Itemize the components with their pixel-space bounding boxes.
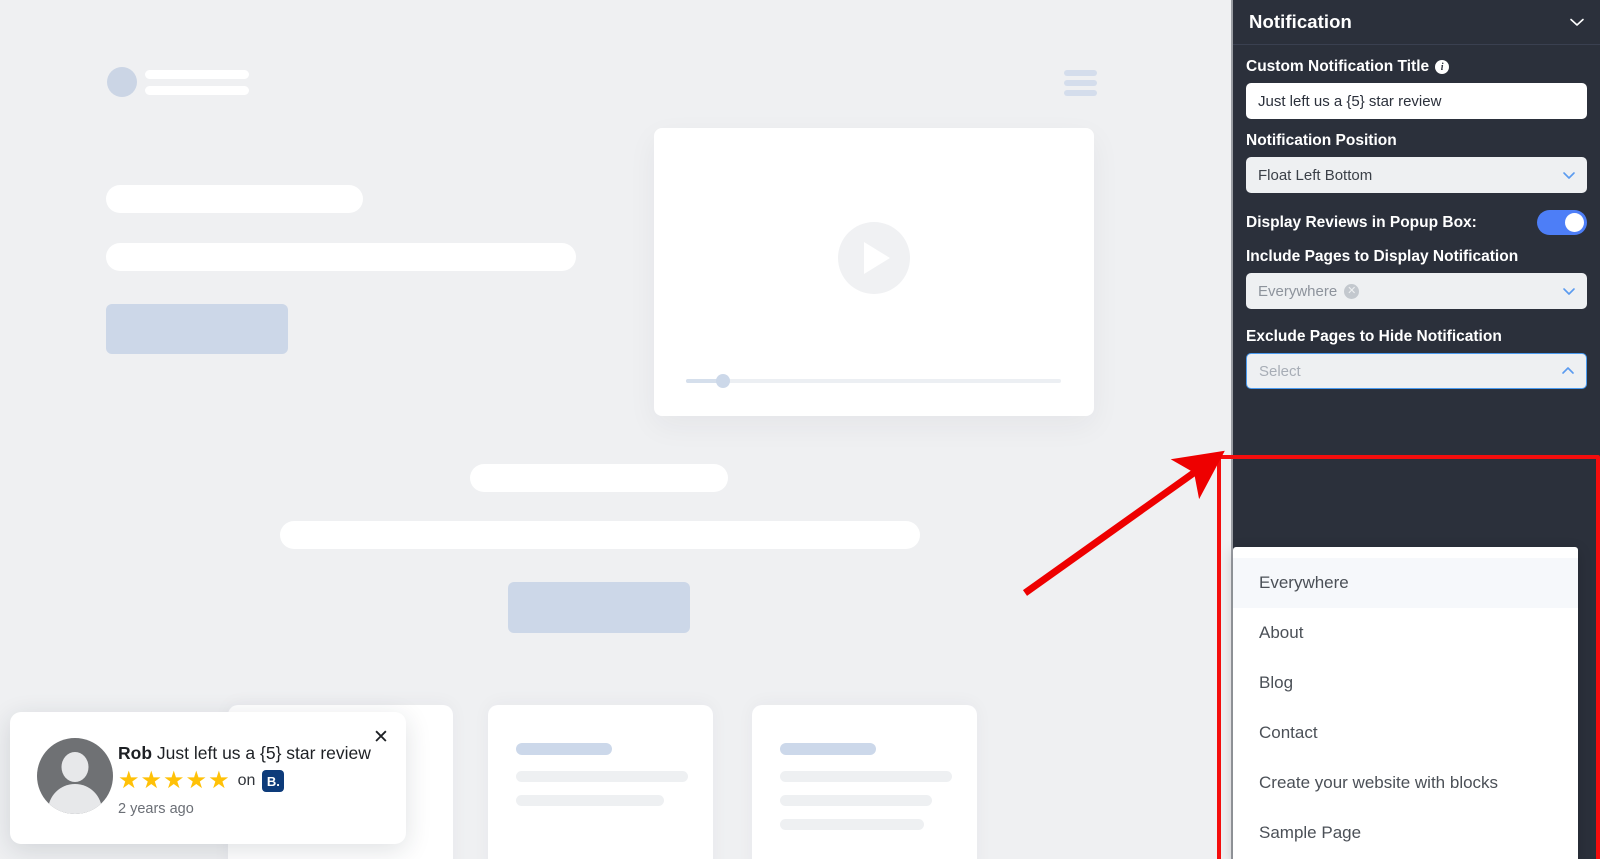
site-tagline-placeholder <box>145 86 249 95</box>
sidebar-body: Custom Notification Title i Notification… <box>1217 58 1600 859</box>
hero-heading-placeholder <box>106 185 363 213</box>
dropdown-option-contact[interactable]: Contact <box>1233 708 1578 758</box>
exclude-pages-label: Exclude Pages to Hide Notification <box>1246 328 1587 346</box>
select-placeholder: Select <box>1259 362 1301 380</box>
review-popup-body: Rob Just left us a {5} star review ★★★★★… <box>118 742 392 817</box>
hamburger-bar <box>1064 70 1097 76</box>
custom-notification-title-input[interactable] <box>1246 83 1587 119</box>
dropdown-option-list: Everywhere About Blog Contact Create you… <box>1233 547 1578 858</box>
section-heading-placeholder <box>470 464 728 492</box>
video-progress-track[interactable] <box>686 374 1061 388</box>
section-text-placeholder <box>280 521 920 549</box>
exclude-pages-select[interactable]: Select <box>1246 353 1587 389</box>
video-player-placeholder[interactable] <box>654 128 1094 416</box>
website-preview: Rob Just left us a {5} star review ★★★★★… <box>0 0 1233 859</box>
review-message: Just left us a {5} star review <box>156 743 371 763</box>
review-on-label: on <box>237 772 256 789</box>
notification-settings-sidebar: Notification Custom Notification Title i… <box>1217 0 1600 859</box>
section-cta-button-placeholder[interactable] <box>508 582 690 633</box>
chevron-down-icon <box>1561 167 1577 183</box>
review-rating-row: ★★★★★ on B. <box>118 767 392 795</box>
display-reviews-popup-toggle[interactable] <box>1537 210 1587 235</box>
dropdown-option-about[interactable]: About <box>1233 608 1578 658</box>
display-reviews-popup-row: Display Reviews in Popup Box: <box>1246 210 1587 235</box>
close-icon[interactable]: ✕ <box>370 726 392 748</box>
hero-subheading-placeholder <box>106 243 576 271</box>
dropdown-pointer <box>1251 547 1269 548</box>
card-accent-bar <box>780 743 876 755</box>
play-triangle <box>864 241 890 274</box>
label-text: Exclude Pages to Hide Notification <box>1246 328 1502 345</box>
star-rating-icon: ★★★★★ <box>118 767 231 794</box>
content-card <box>488 705 713 859</box>
chevron-down-icon[interactable] <box>1568 13 1586 31</box>
display-reviews-popup-label: Display Reviews in Popup Box: <box>1246 214 1477 232</box>
label-text: Custom Notification Title <box>1246 58 1430 75</box>
selected-value: Float Left Bottom <box>1258 166 1373 184</box>
remove-chip-icon[interactable]: ✕ <box>1344 283 1360 299</box>
hamburger-bar <box>1064 90 1097 96</box>
sidebar-header[interactable]: Notification <box>1233 0 1600 45</box>
card-text-line <box>780 771 952 782</box>
review-headline: Rob Just left us a {5} star review <box>118 742 392 764</box>
label-text: Notification Position <box>1246 132 1397 149</box>
booking-platform-badge-icon: B. <box>262 770 285 792</box>
play-button-icon[interactable] <box>838 221 910 294</box>
reviewer-avatar <box>37 738 113 814</box>
info-icon[interactable]: i <box>1435 60 1450 74</box>
dropdown-option-blog[interactable]: Blog <box>1233 658 1578 708</box>
site-logo-avatar <box>107 67 137 97</box>
hero-cta-button-placeholder[interactable] <box>106 304 288 354</box>
screenshot-root: Rob Just left us a {5} star review ★★★★★… <box>0 0 1600 859</box>
chevron-down-icon <box>1561 283 1577 299</box>
label-text: Display Reviews in Popup Box: <box>1246 213 1477 231</box>
video-progress-knob[interactable] <box>716 374 730 388</box>
exclude-pages-dropdown[interactable]: Everywhere About Blog Contact Create you… <box>1233 547 1578 859</box>
page-title: Notification <box>1249 11 1352 32</box>
avatar-body <box>48 784 102 814</box>
include-pages-select[interactable]: Everywhere ✕ <box>1246 273 1587 309</box>
include-pages-label: Include Pages to Display Notification <box>1246 248 1587 266</box>
custom-notification-title-label: Custom Notification Title i <box>1246 58 1587 76</box>
label-text: Include Pages to Display Notification <box>1246 248 1519 265</box>
dropdown-option-sample-page[interactable]: Sample Page <box>1233 808 1578 858</box>
dropdown-option-create-your-website-with-blocks[interactable]: Create your website with blocks <box>1233 758 1578 808</box>
notification-position-select[interactable]: Float Left Bottom <box>1246 157 1587 193</box>
review-timestamp: 2 years ago <box>118 801 194 817</box>
chevron-up-icon <box>1560 363 1576 379</box>
card-accent-bar <box>516 743 612 755</box>
card-text-line <box>516 795 664 806</box>
card-text-line <box>780 819 924 830</box>
reviewer-name: Rob <box>118 743 153 763</box>
chip-label: Everywhere <box>1258 282 1338 300</box>
include-pages-chip: Everywhere ✕ <box>1258 282 1360 300</box>
card-text-line <box>780 795 932 806</box>
notification-position-label: Notification Position <box>1246 132 1587 150</box>
avatar-head <box>61 752 89 782</box>
site-title-placeholder <box>145 70 249 79</box>
hamburger-bar <box>1064 80 1097 86</box>
card-text-line <box>516 771 688 782</box>
hamburger-menu-icon[interactable] <box>1064 70 1097 96</box>
content-card <box>752 705 977 859</box>
toggle-knob <box>1565 213 1584 232</box>
review-notification-popup[interactable]: Rob Just left us a {5} star review ★★★★★… <box>10 712 406 844</box>
dropdown-option-everywhere[interactable]: Everywhere <box>1233 558 1578 608</box>
